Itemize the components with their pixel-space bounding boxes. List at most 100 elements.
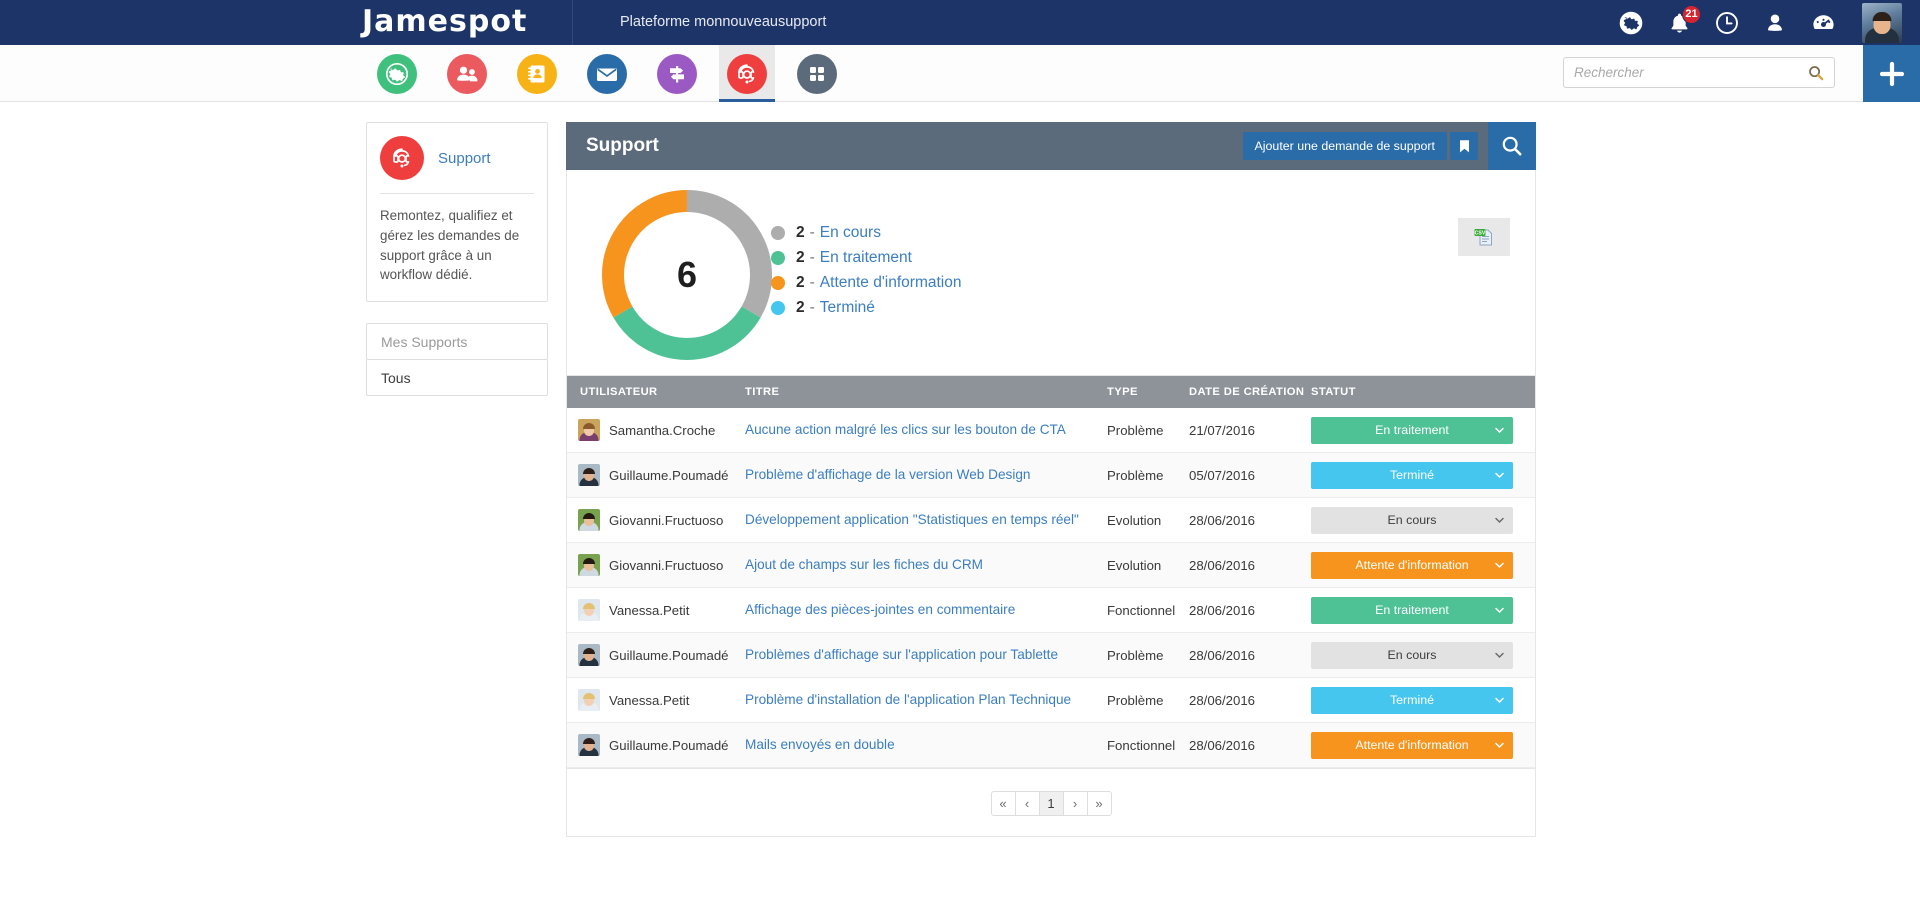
request-title-link[interactable]: Développement application "Statistiques …	[745, 512, 1079, 527]
sidebar-item-mes-supports[interactable]: Mes Supports	[366, 323, 548, 361]
user-avatar	[578, 554, 600, 576]
status-donut-chart: 6	[602, 190, 772, 365]
legend-count: 2	[796, 298, 805, 316]
request-title-link[interactable]: Problème d'installation de l'application…	[745, 692, 1071, 707]
header-divider	[572, 0, 573, 45]
status-dropdown[interactable]: En traitement	[1311, 416, 1513, 444]
nav-app-globe[interactable]	[369, 45, 425, 102]
table-row[interactable]: Guillaume.Poumadé Mails envoyés en double…	[567, 723, 1535, 768]
clock-icon[interactable]	[1714, 10, 1740, 36]
cell-type: Evolution	[1107, 512, 1162, 528]
cell-statut: En cours	[1311, 506, 1523, 534]
signpost-app-icon	[657, 53, 697, 94]
main-panel: Support Ajouter une demande de support 6	[566, 122, 1536, 837]
legend-color-swatch	[771, 250, 785, 265]
pagination-first[interactable]: «	[990, 791, 1016, 816]
pagination-page-1[interactable]: 1	[1038, 791, 1064, 816]
search-icon[interactable]	[1808, 65, 1834, 81]
pagination-last[interactable]: »	[1086, 791, 1112, 816]
status-label: En cours	[1387, 648, 1437, 662]
table-row[interactable]: Giovanni.Fructuoso Ajout de champs sur le…	[567, 543, 1535, 588]
search-input[interactable]	[1564, 65, 1808, 80]
column-header-statut: STATUT	[1311, 386, 1356, 398]
legend-item[interactable]: 2 - En traitement	[771, 245, 961, 270]
bell-icon[interactable]: 21	[1666, 4, 1701, 36]
legend-color-swatch	[771, 300, 785, 315]
cell-titre: Développement application "Statistiques …	[745, 511, 1107, 529]
user-avatar	[578, 734, 600, 756]
table-row[interactable]: Samantha.Croche Aucune action malgré les …	[567, 408, 1535, 453]
cell-utilisateur: Guillaume.Poumadé	[567, 464, 745, 486]
nav-app-mail[interactable]	[579, 45, 635, 102]
globe-icon[interactable]	[1618, 10, 1644, 36]
nav-app-directory[interactable]	[509, 45, 565, 102]
request-title-link[interactable]: Problème d'affichage de la version Web D…	[745, 467, 1030, 482]
legend-dash: -	[809, 298, 815, 316]
jamespot-logo[interactable]: Jamespot	[362, 4, 527, 39]
chart-legend: 2 - En cours 2 - En traitement 2 - Atten…	[771, 220, 961, 320]
status-dropdown[interactable]: Terminé	[1311, 461, 1513, 489]
table-row[interactable]: Vanessa.Petit Problème d'installation de …	[567, 678, 1535, 723]
csv-export-icon[interactable]: CSV	[1458, 218, 1510, 256]
avatar-hair	[583, 648, 595, 655]
legend-count: 2	[796, 223, 805, 241]
avatar-hair	[583, 468, 595, 475]
table-row[interactable]: Giovanni.Fructuoso Développement applicat…	[567, 498, 1535, 543]
status-dropdown[interactable]: Terminé	[1311, 686, 1513, 714]
pagination-prev[interactable]: ‹	[1014, 791, 1040, 816]
user-icon[interactable]	[1762, 10, 1788, 36]
panel-search-icon[interactable]	[1488, 122, 1536, 170]
add-content-button[interactable]	[1863, 45, 1920, 102]
legend-item[interactable]: 2 - En cours	[771, 220, 961, 245]
global-search[interactable]	[1563, 57, 1835, 88]
page-title: Support	[586, 135, 659, 156]
request-title-link[interactable]: Problèmes d'affichage sur l'application …	[745, 647, 1058, 662]
user-avatar	[578, 644, 600, 666]
legend-item[interactable]: 2 - Terminé	[771, 295, 961, 320]
status-dropdown[interactable]: Attente d'information	[1311, 551, 1513, 579]
nav-app-grid[interactable]	[789, 45, 845, 102]
notification-badge: 21	[1682, 4, 1701, 24]
status-dropdown[interactable]: En cours	[1311, 506, 1513, 534]
user-name: Samantha.Croche	[609, 422, 716, 438]
table-row[interactable]: Vanessa.Petit Affichage des pièces-jointe…	[567, 588, 1535, 633]
status-dropdown[interactable]: Attente d'information	[1311, 731, 1513, 759]
user-name: Vanessa.Petit	[609, 692, 690, 708]
dashboard-icon[interactable]	[1810, 10, 1836, 36]
pagination-next[interactable]: ›	[1062, 791, 1088, 816]
request-title-link[interactable]: Ajout de champs sur les fiches du CRM	[745, 557, 983, 572]
avatar-hair	[583, 693, 595, 700]
nav-app-support[interactable]	[719, 45, 775, 102]
table-row[interactable]: Guillaume.Poumadé Problème d'affichage de…	[567, 453, 1535, 498]
table-row[interactable]: Guillaume.Poumadé Problèmes d'affichage s…	[567, 633, 1535, 678]
cell-titre: Problème d'affichage de la version Web D…	[745, 466, 1107, 484]
status-label: Attente d'information	[1355, 738, 1469, 752]
user-name: Vanessa.Petit	[609, 602, 690, 618]
chevron-down-icon	[1494, 740, 1505, 751]
legend-item[interactable]: 2 - Attente d'information	[771, 270, 961, 295]
sidebar-item-tous[interactable]: Tous	[366, 359, 548, 397]
request-title-link[interactable]: Aucune action malgré les clics sur les b…	[745, 422, 1066, 437]
request-title-link[interactable]: Mails envoyés en double	[745, 737, 895, 752]
cell-utilisateur: Guillaume.Poumadé	[567, 644, 745, 666]
main-header-actions: Ajouter une demande de support	[1242, 122, 1536, 170]
table-header-row: UTILISATEUR TITRE TYPE DATE DE CRÉATION …	[567, 376, 1535, 408]
cell-statut: En traitement	[1311, 596, 1523, 624]
request-title-link[interactable]: Affichage des pièces-jointes en commenta…	[745, 602, 1015, 617]
nav-app-community[interactable]	[439, 45, 495, 102]
support-card-description: Remontez, qualifiez et gérez les demande…	[380, 208, 520, 283]
bookmark-icon[interactable]	[1450, 132, 1478, 160]
support-card-header: Support	[380, 136, 534, 180]
avatar[interactable]	[1862, 2, 1902, 43]
support-card-title[interactable]: Support	[438, 150, 491, 167]
cell-type: Problème	[1107, 692, 1164, 708]
left-sidebar: Support Remontez, qualifiez et gérez les…	[366, 122, 548, 397]
cell-utilisateur: Giovanni.Fructuoso	[567, 509, 745, 531]
card-divider	[380, 193, 534, 194]
status-dropdown[interactable]: En traitement	[1311, 596, 1513, 624]
cell-statut: Terminé	[1311, 686, 1523, 714]
platform-name: Plateforme monnouveausupport	[620, 14, 827, 30]
status-dropdown[interactable]: En cours	[1311, 641, 1513, 669]
add-support-request-button[interactable]: Ajouter une demande de support	[1242, 132, 1447, 160]
nav-app-signpost[interactable]	[649, 45, 705, 102]
